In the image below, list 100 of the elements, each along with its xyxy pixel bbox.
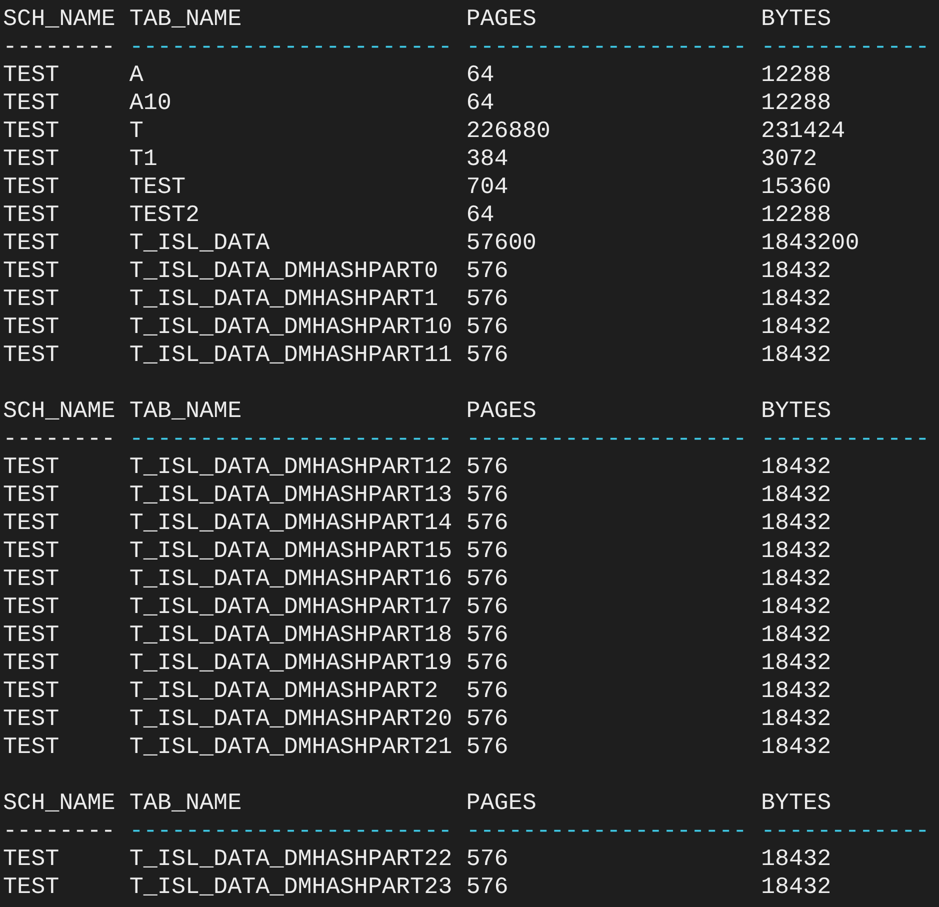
table-cell: 576: [466, 511, 508, 537]
table-cell: 704: [466, 175, 508, 201]
table-cell: 576: [466, 483, 508, 509]
table-cell: 64: [466, 63, 494, 89]
table-cell: TEST: [3, 567, 60, 593]
table-cell: 576: [466, 455, 508, 481]
table-cell: 18432: [760, 287, 832, 313]
table-cell: TEST: [3, 847, 60, 873]
table-cell: 12288: [760, 203, 832, 229]
separator-dashes: --------------------: [466, 819, 747, 845]
table-cell: 231424: [760, 119, 846, 145]
table-cell: TEST: [3, 91, 60, 117]
table-cell: T_ISL_DATA_DMHASHPART20: [129, 707, 452, 733]
table-cell: TEST: [3, 707, 60, 733]
table-cell: TEST: [3, 651, 60, 677]
table-cell: TEST: [3, 315, 60, 341]
table-cell: 18432: [760, 847, 832, 873]
table-cell: 18432: [760, 595, 832, 621]
table-cell: T_ISL_DATA_DMHASHPART16: [129, 567, 452, 593]
table-cell: TEST: [3, 511, 60, 537]
table-cell: 18432: [760, 343, 832, 369]
separator-dashes: ------------: [760, 35, 930, 61]
table-cell: T_ISL_DATA_DMHASHPART19: [129, 651, 452, 677]
table-cell: TEST: [3, 735, 60, 761]
table-cell: TEST: [3, 483, 60, 509]
table-cell: 15360: [760, 175, 832, 201]
column-header: TAB_NAME: [129, 791, 242, 817]
column-header: BYTES: [760, 791, 832, 817]
column-header: SCH_NAME: [3, 399, 116, 425]
separator-dashes: ------------: [760, 427, 930, 453]
table-cell: 18432: [760, 875, 832, 901]
table-cell: TEST: [3, 679, 60, 705]
table-cell: 576: [466, 539, 508, 565]
table-cell: T_ISL_DATA_DMHASHPART0: [129, 259, 438, 285]
column-header: PAGES: [466, 399, 536, 425]
separator-dashes: -----------------------: [129, 35, 452, 61]
column-header: BYTES: [760, 399, 832, 425]
column-header: TAB_NAME: [129, 399, 242, 425]
table-cell: TEST: [3, 119, 60, 145]
table-cell: 64: [466, 91, 494, 117]
table-cell: T_ISL_DATA_DMHASHPART15: [129, 539, 452, 565]
table-cell: 18432: [760, 707, 832, 733]
table-cell: 3072: [760, 147, 818, 173]
table-cell: A: [129, 63, 144, 89]
table-cell: TEST: [3, 623, 60, 649]
table-cell: T_ISL_DATA_DMHASHPART23: [129, 875, 452, 901]
separator-dashes: -----------------------: [129, 427, 452, 453]
table-cell: 18432: [760, 511, 832, 537]
table-cell: 64: [466, 203, 494, 229]
separator-dashes: --------------------: [466, 35, 747, 61]
table-cell: 18432: [760, 483, 832, 509]
table-cell: T_ISL_DATA_DMHASHPART1: [129, 287, 438, 313]
table-cell: 576: [466, 735, 508, 761]
table-cell: 576: [466, 287, 508, 313]
table-cell: 576: [466, 343, 508, 369]
table-cell: 384: [466, 147, 508, 173]
table-cell: TEST: [3, 147, 60, 173]
table-cell: 18432: [760, 735, 832, 761]
table-cell: TEST: [3, 595, 60, 621]
table-cell: TEST: [3, 231, 60, 257]
column-header: PAGES: [466, 791, 536, 817]
separator-dashes: --------: [3, 427, 116, 453]
table-cell: TEST: [3, 343, 60, 369]
table-cell: TEST: [3, 63, 60, 89]
table-cell: 18432: [760, 567, 832, 593]
table-cell: 18432: [760, 315, 832, 341]
table-cell: T_ISL_DATA_DMHASHPART10: [129, 315, 452, 341]
table-cell: 12288: [760, 91, 832, 117]
table-cell: 18432: [760, 455, 832, 481]
table-cell: T: [129, 119, 144, 145]
table-cell: 226880: [466, 119, 550, 145]
table-cell: T_ISL_DATA_DMHASHPART22: [129, 847, 452, 873]
table-cell: T_ISL_DATA_DMHASHPART14: [129, 511, 452, 537]
column-header: BYTES: [760, 7, 832, 33]
separator-dashes: --------------------: [466, 427, 747, 453]
table-cell: 12288: [760, 63, 832, 89]
column-header: SCH_NAME: [3, 7, 116, 33]
table-cell: TEST: [129, 175, 186, 201]
table-cell: 18432: [760, 539, 832, 565]
table-cell: 576: [466, 623, 508, 649]
table-cell: TEST: [3, 203, 60, 229]
table-cell: 576: [466, 847, 508, 873]
table-cell: 57600: [466, 231, 536, 257]
table-cell: 18432: [760, 679, 832, 705]
table-cell: 1843200: [760, 231, 860, 257]
table-cell: T_ISL_DATA_DMHASHPART2: [129, 679, 438, 705]
table-cell: T_ISL_DATA_DMHASHPART12: [129, 455, 452, 481]
table-cell: TEST: [3, 875, 60, 901]
separator-dashes: ------------: [760, 819, 930, 845]
table-cell: A10: [129, 91, 172, 117]
table-cell: T_ISL_DATA_DMHASHPART13: [129, 483, 452, 509]
table-cell: TEST: [3, 175, 60, 201]
table-cell: T1: [129, 147, 158, 173]
table-cell: 18432: [760, 651, 832, 677]
table-cell: TEST: [3, 259, 60, 285]
separator-dashes: --------: [3, 35, 116, 61]
table-cell: 576: [466, 651, 508, 677]
table-cell: 576: [466, 259, 508, 285]
table-cell: 576: [466, 707, 508, 733]
table-cell: 18432: [760, 259, 832, 285]
